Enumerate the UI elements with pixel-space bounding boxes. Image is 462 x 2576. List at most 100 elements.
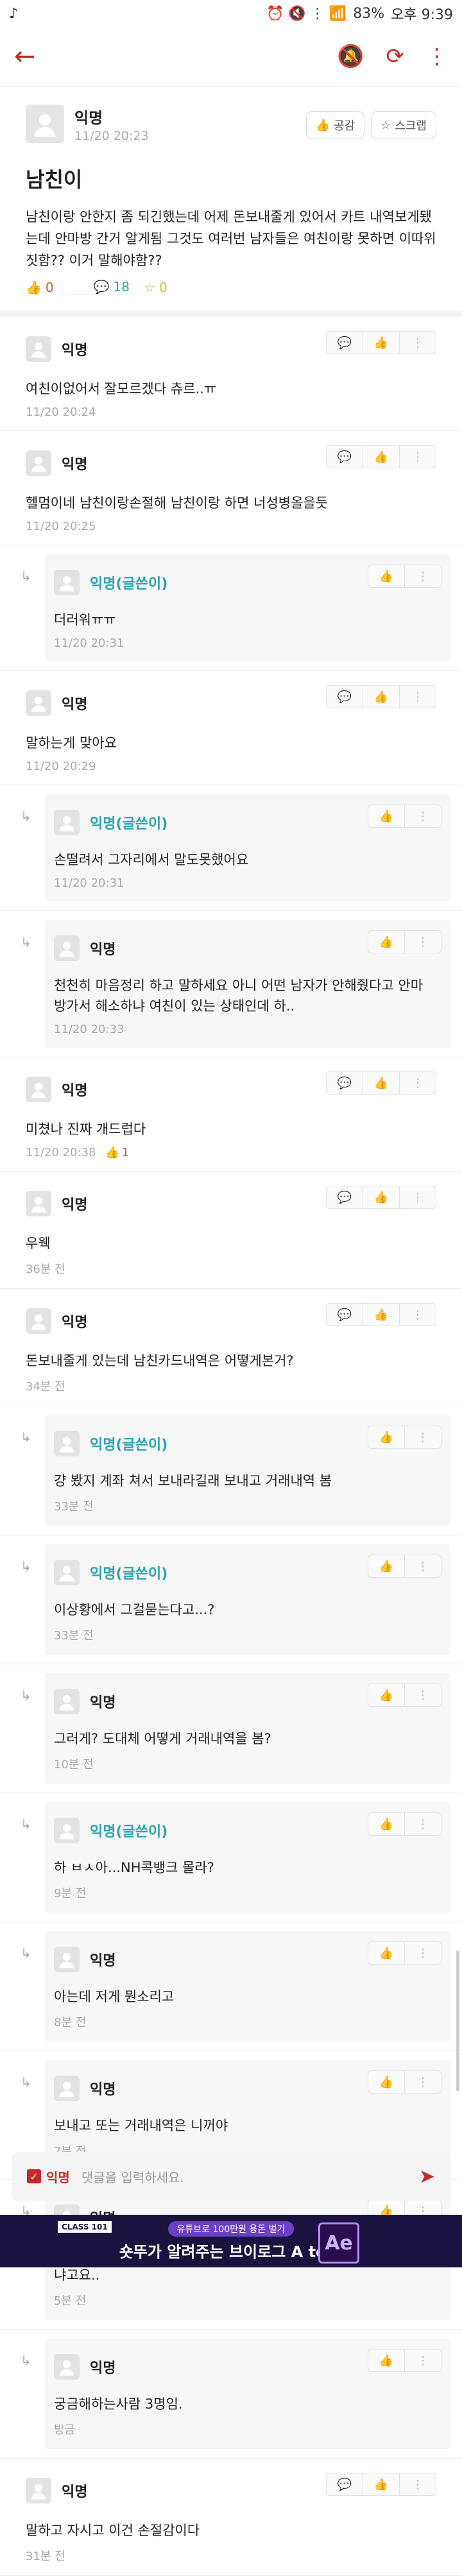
reply-text: 아는데 저게 뭔소리고	[54, 1989, 175, 2004]
comment-actions: 👍 ⋮	[368, 1555, 441, 1578]
more-menu-icon[interactable]: ⋮	[404, 805, 441, 827]
reply-time: 9분 전	[54, 1887, 87, 1900]
more-menu-icon[interactable]: ⋮	[399, 686, 436, 708]
reply-text: 궁금해하는사람 3명임.	[54, 2396, 183, 2412]
comment-author: 익명	[62, 2484, 88, 2500]
comment-actions: 💬 👍 ⋮	[326, 331, 436, 354]
notification-off-icon[interactable]: 🔕	[337, 44, 364, 69]
comment-time: 11/20 20:24	[26, 405, 96, 419]
thumb-up-icon[interactable]: 👍	[368, 1684, 404, 1706]
back-arrow-icon[interactable]: ←	[14, 42, 36, 71]
comment-author: 익명	[62, 1083, 88, 1099]
thumb-up-icon[interactable]: 👍	[368, 1426, 404, 1448]
user-silhouette-icon	[31, 456, 46, 472]
reply-arrow-icon: ↳	[21, 2074, 31, 2090]
send-icon[interactable]: ➤	[419, 2165, 435, 2188]
reply-icon[interactable]: 💬	[327, 332, 363, 354]
comment-time: 11/20 20:25	[26, 520, 96, 533]
reply-icon[interactable]: 💬	[327, 686, 363, 708]
more-menu-icon[interactable]: ⋮	[404, 1684, 441, 1706]
thumb-up-icon[interactable]: 👍	[368, 1942, 404, 1964]
scrollbar[interactable]	[456, 1950, 459, 2092]
comment-item: 익명 💬 👍 ⋮ 돈보내줄게 있는데 남친카드내역은 어떻게본거? 34분 전	[0, 1289, 462, 1406]
more-menu-icon[interactable]: ⋮	[404, 931, 441, 953]
thumb-up-icon[interactable]: 👍	[363, 1186, 399, 1208]
comment-author: 익명	[90, 2360, 116, 2376]
thumb-up-icon[interactable]: 👍	[363, 1304, 399, 1326]
reply-icon[interactable]: 💬	[327, 446, 363, 468]
thumb-up-icon[interactable]: 👍	[368, 931, 404, 953]
more-menu-icon[interactable]: ⋮	[404, 1555, 441, 1577]
reply-icon[interactable]: 💬	[327, 1304, 363, 1326]
post-author: 익명	[74, 108, 103, 127]
scrap-count: 0	[158, 279, 167, 295]
comment-item: 익명 💬 👍 ⋮ 헬멈이네 남친이랑손절해 남친이랑 하면 너성병올을듯 11/20 20…	[0, 431, 462, 545]
more-menu-icon[interactable]: ⋮	[404, 2071, 441, 2093]
thumb-up-icon[interactable]: 👍	[368, 805, 404, 827]
reply-item: ↳ 익명(글쓴이) 👍 ⋮ 더러워ㅠㅠ 11/20 20:31	[0, 554, 462, 671]
reply-arrow-icon: ↳	[21, 1945, 31, 1961]
empathy-button[interactable]: 👍 공감	[305, 111, 365, 139]
thumb-up-icon[interactable]: 👍	[363, 686, 399, 708]
scrap-button[interactable]: ☆ 스크랩	[371, 111, 436, 139]
ad-headline: 숏뚜가 알려주는 브이로그 A to Z	[119, 2242, 343, 2261]
thumb-up-icon: 👍	[26, 279, 42, 295]
avatar	[54, 1431, 80, 1456]
comment-item: 익명 💬 👍 ⋮ 말하는게 맞아요 11/20 20:29	[0, 671, 462, 785]
anonymous-toggle[interactable]: ✓ 익명	[27, 2167, 70, 2186]
reply-arrow-icon: ↳	[21, 2353, 31, 2368]
comment-author: 익명	[90, 2082, 116, 2098]
reply-item: ↳ 익명 👍 ⋮ 그러게? 도대체 어떻게 거래내역을 봄? 10분 전	[0, 1673, 462, 1793]
reply-text: 더러워ㅠㅠ	[54, 612, 116, 627]
more-menu-icon[interactable]: ⋮	[404, 565, 441, 587]
thumb-up-icon[interactable]: 👍	[368, 1555, 404, 1577]
reply-arrow-icon: ↳	[21, 1687, 31, 1703]
thumb-up-icon[interactable]: 👍	[368, 2071, 404, 2093]
more-menu-icon[interactable]: ⋮	[404, 1813, 441, 1835]
reply-icon[interactable]: 💬	[327, 1072, 363, 1094]
comment-text: 헬멈이네 남친이랑손절해 남친이랑 하면 너성병올을듯	[26, 495, 329, 511]
reply-item: ↳ 익명(글쓴이) 👍 ⋮ 이상황에서 그걸묻는다고...? 33분 전	[0, 1544, 462, 1664]
user-silhouette-icon	[59, 1952, 74, 1968]
thumb-up-icon[interactable]: 👍	[363, 332, 399, 354]
reply-text: 손떨려서 그자리에서 말도못했어요	[54, 852, 249, 867]
thumb-up-icon[interactable]: 👍	[368, 1813, 404, 1835]
comment-time: 36분 전	[26, 1263, 65, 1276]
more-menu-icon[interactable]: ⋮	[399, 332, 436, 354]
thumb-up-icon[interactable]: 👍	[363, 1072, 399, 1094]
comment-text: 돈보내줄게 있는데 남친카드내역은 어떻게본거?	[26, 1353, 294, 1369]
reply-icon[interactable]: 💬	[327, 2473, 363, 2495]
comment-input[interactable]: 댓글을 입력하세요.	[81, 2167, 407, 2186]
thumb-up-icon[interactable]: 👍	[368, 565, 404, 587]
more-menu-icon[interactable]: ⋮	[426, 44, 448, 69]
more-menu-icon[interactable]: ⋮	[399, 446, 436, 468]
comment-item: 익명 💬 👍 ⋮ 말하고 자시고 이건 손절감이다 31분 전	[0, 2459, 462, 2576]
avatar	[26, 450, 51, 476]
avatar	[26, 1191, 51, 1216]
more-menu-icon[interactable]: ⋮	[399, 1186, 436, 1208]
ad-banner[interactable]: CLASS 101 유튜브로 100만원 용돈 벌기 숏뚜가 알려주는 브이로그…	[0, 2215, 462, 2267]
thumb-up-icon[interactable]: 👍	[363, 2473, 399, 2495]
more-menu-icon[interactable]: ⋮	[404, 1942, 441, 1964]
more-menu-icon[interactable]: ⋮	[404, 2350, 441, 2371]
refresh-icon[interactable]: ⟳	[386, 44, 405, 69]
comment-author: 익명	[90, 1953, 116, 1969]
reply-icon[interactable]: 💬	[327, 1186, 363, 1208]
comment-text: 미쳤나 진짜 개드럽다	[26, 1122, 146, 1137]
more-menu-icon[interactable]: ⋮	[404, 1426, 441, 1448]
thumb-up-icon[interactable]: 👍	[363, 446, 399, 468]
more-menu-icon[interactable]: ⋮	[399, 1072, 436, 1094]
comment-author: 익명(글쓴이)	[90, 576, 168, 592]
ad-tag: 유튜브로 100만원 용돈 벌기	[167, 2221, 295, 2237]
thumb-up-icon[interactable]: 👍	[368, 2350, 404, 2371]
user-silhouette-icon	[31, 1197, 46, 1213]
reply-time: 33분 전	[54, 1629, 94, 1642]
more-menu-icon[interactable]: ⋮	[399, 1304, 436, 1326]
comment-likes: 👍 1	[105, 1146, 130, 1159]
battery-level: 83%	[353, 5, 385, 22]
comment-actions: 💬 👍 ⋮	[326, 445, 436, 468]
more-menu-icon[interactable]: ⋮	[399, 2473, 436, 2495]
reply-item: ↳ 익명(글쓴이) 👍 ⋮ 하 ㅂㅅ아...NH콕뱅크 몰라? 9분 전	[0, 1802, 462, 1922]
clock: 오후 9:39	[391, 7, 453, 23]
app-bar: ← 🔕 ⟳ ⋮	[0, 27, 462, 87]
